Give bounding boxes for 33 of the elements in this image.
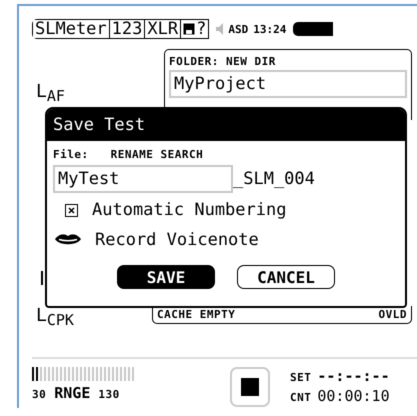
folder-title: FOLDER: NEW DIR bbox=[169, 55, 277, 68]
range-label: RNGE bbox=[54, 384, 90, 402]
cancel-button[interactable]: CANCEL bbox=[237, 265, 335, 289]
dialog-title: Save Test bbox=[47, 109, 405, 141]
count-time: 00:00:10 bbox=[317, 387, 390, 405]
speaker-icon bbox=[216, 23, 224, 35]
file-suffix: _SLM_004 bbox=[233, 169, 315, 189]
stop-button[interactable] bbox=[230, 367, 270, 407]
tab[interactable]: XLR bbox=[145, 20, 182, 38]
file-label: File: bbox=[53, 148, 89, 161]
checkbox[interactable] bbox=[65, 204, 78, 216]
set-label: SET bbox=[290, 371, 312, 384]
overload-indicator: OVLD bbox=[378, 308, 407, 321]
tab[interactable]: SLMeter bbox=[33, 20, 110, 38]
cross-icon bbox=[67, 206, 76, 214]
range-max: 130 bbox=[98, 388, 120, 401]
voicenote-label[interactable]: Record Voicenote bbox=[95, 230, 259, 250]
cache-status: CACHE EMPTY bbox=[157, 308, 236, 321]
clock-time: 13:24 bbox=[253, 22, 286, 36]
battery-icon bbox=[293, 22, 334, 36]
file-actions: RENAME SEARCH bbox=[110, 148, 204, 161]
set-time: --:--:-- bbox=[317, 367, 390, 385]
level-label: L$_{AF}$ bbox=[36, 81, 66, 105]
count-label: CNT bbox=[290, 391, 312, 404]
cursor-mark bbox=[41, 271, 43, 285]
status-text: ASD bbox=[228, 22, 248, 36]
file-name-field[interactable]: MyTest bbox=[53, 165, 233, 193]
folder-name-field[interactable]: MyProject bbox=[169, 70, 407, 98]
range-min: 30 bbox=[32, 388, 46, 401]
save-button[interactable]: SAVE bbox=[117, 265, 215, 289]
checkbox-label: Automatic Numbering bbox=[92, 200, 286, 220]
lips-icon bbox=[55, 233, 81, 247]
level-label: L$_{CPK}$ bbox=[36, 305, 74, 329]
